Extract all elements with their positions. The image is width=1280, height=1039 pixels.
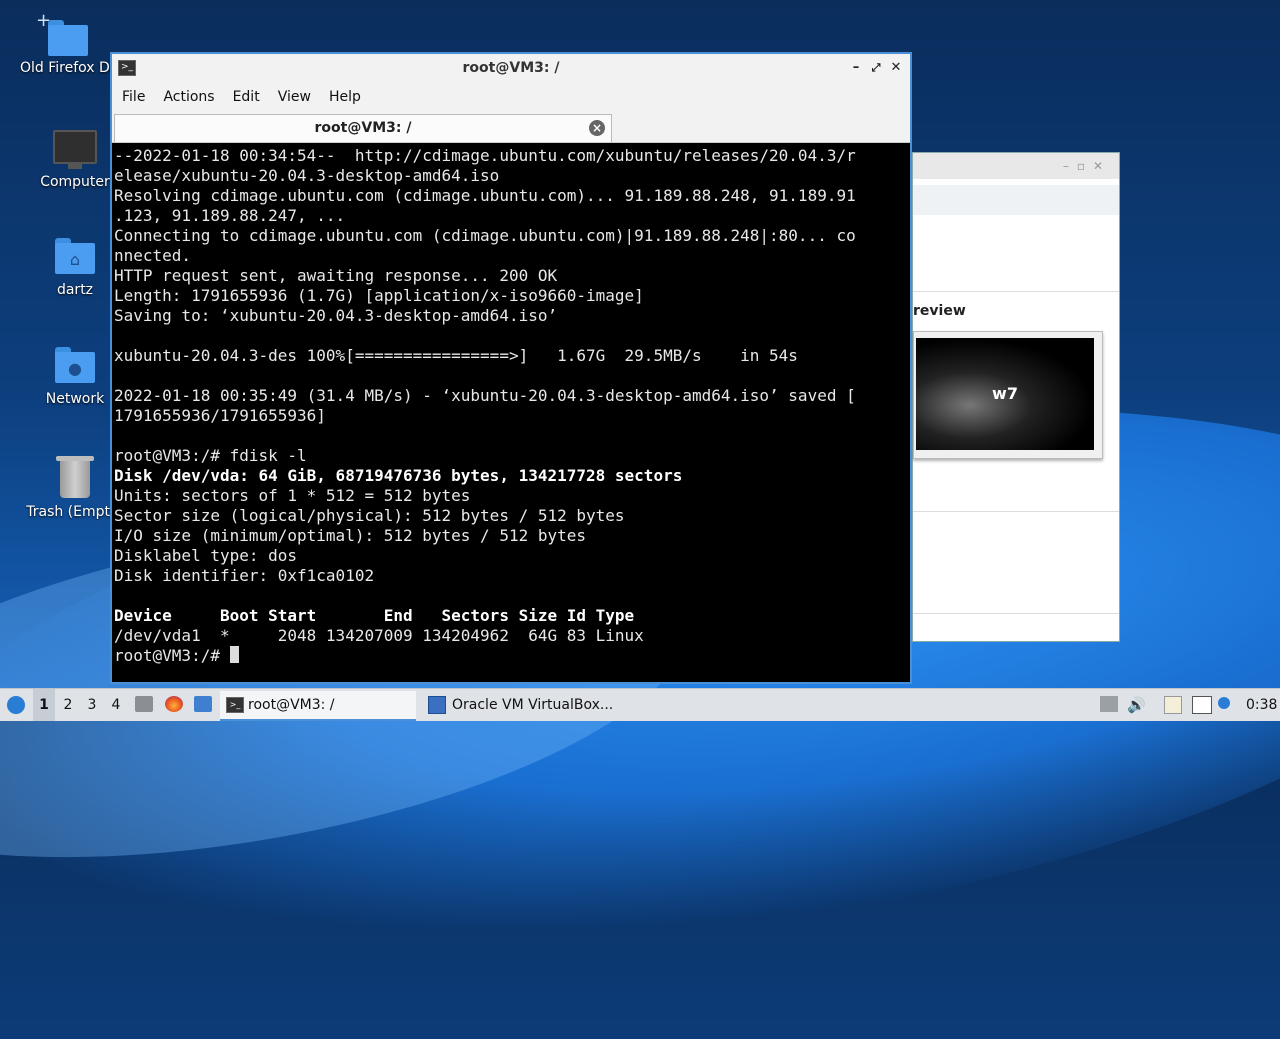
terminal-line: .123, 91.189.88.247, ... [114, 206, 346, 225]
terminal-line: 2022-01-18 00:35:49 (31.4 MB/s) - ‘xubun… [114, 386, 856, 405]
eject-icon[interactable] [1100, 696, 1118, 712]
vm-preview: w7 [913, 331, 1103, 459]
divider [913, 291, 1119, 292]
vm-preview-screen: w7 [916, 338, 1094, 450]
workspace-4[interactable]: 4 [105, 689, 127, 721]
desktop-icon-old-firefox-data[interactable]: + Old Firefox Data [20, 10, 115, 76]
app-menu-button[interactable] [4, 689, 28, 721]
virtualbox-icon [428, 696, 446, 714]
home-folder-icon: ⌂ [55, 238, 95, 274]
computer-icon [53, 130, 97, 169]
terminal-line: elease/xubuntu-20.04.3-desktop-amd64.iso [114, 166, 500, 185]
text-cursor [229, 646, 239, 663]
maximize-button[interactable]: ⤢ [866, 58, 886, 78]
terminal-line: Length: 1791655936 (1.7G) [application/x… [114, 286, 644, 305]
workspace-3[interactable]: 3 [81, 689, 103, 721]
terminal-line: xubuntu-20.04.3-des 100%[===============… [114, 346, 798, 365]
update-notification-icon[interactable] [1218, 697, 1230, 709]
terminal-line: Disklabel type: dos [114, 546, 298, 565]
terminal-line: --2022-01-18 00:34:54-- http://cdimage.u… [114, 146, 856, 165]
divider [913, 511, 1119, 512]
background-window[interactable]: –▫✕ review w7 [912, 152, 1120, 642]
background-window-controls[interactable]: –▫✕ [913, 153, 1119, 179]
terminal-line: Sector size (logical/physical): 512 byte… [114, 506, 625, 525]
terminal-prompt-line[interactable]: root@VM3:/# [114, 646, 910, 666]
preview-heading: review [913, 303, 966, 319]
terminal-line: root@VM3:/# fdisk -l [114, 446, 307, 465]
terminal-line: Saving to: ‘xubuntu-20.04.3-desktop-amd6… [114, 306, 558, 325]
terminal-icon: >_ [226, 697, 244, 713]
network-folder-icon: ● [55, 347, 95, 383]
terminal-line: Disk identifier: 0xf1ca0102 [114, 566, 375, 585]
terminal-window[interactable]: >_ root@VM3: / – ⤢ ✕ File Actions Edit V… [110, 52, 912, 684]
terminal-line: I/O size (minimum/optimal): 512 bytes / … [114, 526, 587, 545]
terminal-line: Disk /dev/vda: 64 GiB, 68719476736 bytes… [114, 466, 683, 485]
folder-icon [47, 20, 88, 56]
tab-terminal[interactable]: root@VM3: / × [114, 114, 612, 142]
menu-actions[interactable]: Actions [155, 89, 222, 105]
show-desktop-icon[interactable] [194, 696, 212, 712]
terminal-line: nnected. [114, 246, 192, 265]
tab-bar: root@VM3: / × [112, 112, 910, 143]
workspace-2[interactable]: 2 [57, 689, 79, 721]
terminal-line: Resolving cdimage.ubuntu.com (cdimage.ub… [114, 186, 856, 205]
volume-icon[interactable]: 🔊 [1127, 689, 1147, 721]
terminal-line: Units: sectors of 1 * 512 = 512 bytes [114, 486, 471, 505]
task-label: root@VM3: / [248, 697, 335, 713]
clipboard-icon[interactable] [1164, 696, 1182, 714]
terminal-line: Device Boot Start End Sectors Size Id Ty… [114, 606, 635, 625]
taskbar-task-virtualbox[interactable]: Oracle VM VirtualBox... [424, 691, 652, 719]
menu-file[interactable]: File [114, 89, 153, 105]
network-status-icon[interactable] [1192, 696, 1212, 714]
terminal-output[interactable]: --2022-01-18 00:34:54-- http://cdimage.u… [114, 146, 910, 682]
menu-help[interactable]: Help [321, 89, 369, 105]
menu-view[interactable]: View [270, 89, 319, 105]
window-title: root@VM3: / [462, 60, 560, 76]
terminal-line: /dev/vda1 * 2048 134207009 134204962 64G… [114, 626, 644, 645]
workspace-1[interactable]: 1 [33, 689, 55, 721]
taskbar: 1 2 3 4 >_ root@VM3: / Oracle VM Virtual… [0, 688, 1280, 721]
task-label: Oracle VM VirtualBox... [452, 697, 614, 713]
desktop-icon-label: Old Firefox Data [20, 60, 115, 76]
close-button[interactable]: ✕ [886, 58, 906, 78]
tab-label: root@VM3: / [314, 120, 412, 136]
firefox-icon[interactable] [165, 696, 183, 712]
taskbar-task-terminal[interactable]: >_ root@VM3: / [220, 691, 416, 721]
divider [913, 613, 1119, 614]
menu-bar: File Actions Edit View Help [112, 82, 910, 112]
terminal-line: Connecting to cdimage.ubuntu.com (cdimag… [114, 226, 856, 245]
terminal-line: 1791655936/1791655936] [114, 406, 326, 425]
terminal-line: HTTP request sent, awaiting response... … [114, 266, 558, 285]
close-tab-icon[interactable]: × [589, 120, 605, 136]
menu-edit[interactable]: Edit [225, 89, 268, 105]
background-window-band [913, 185, 1119, 215]
app-menu-icon [7, 696, 25, 714]
clock[interactable]: 0:38 [1246, 689, 1280, 721]
file-manager-icon[interactable] [135, 696, 153, 712]
minimize-button[interactable]: – [846, 58, 866, 78]
trash-icon [56, 456, 94, 498]
terminal-prompt: root@VM3:/# [114, 646, 230, 665]
window-titlebar[interactable]: >_ root@VM3: / – ⤢ ✕ [112, 54, 910, 82]
